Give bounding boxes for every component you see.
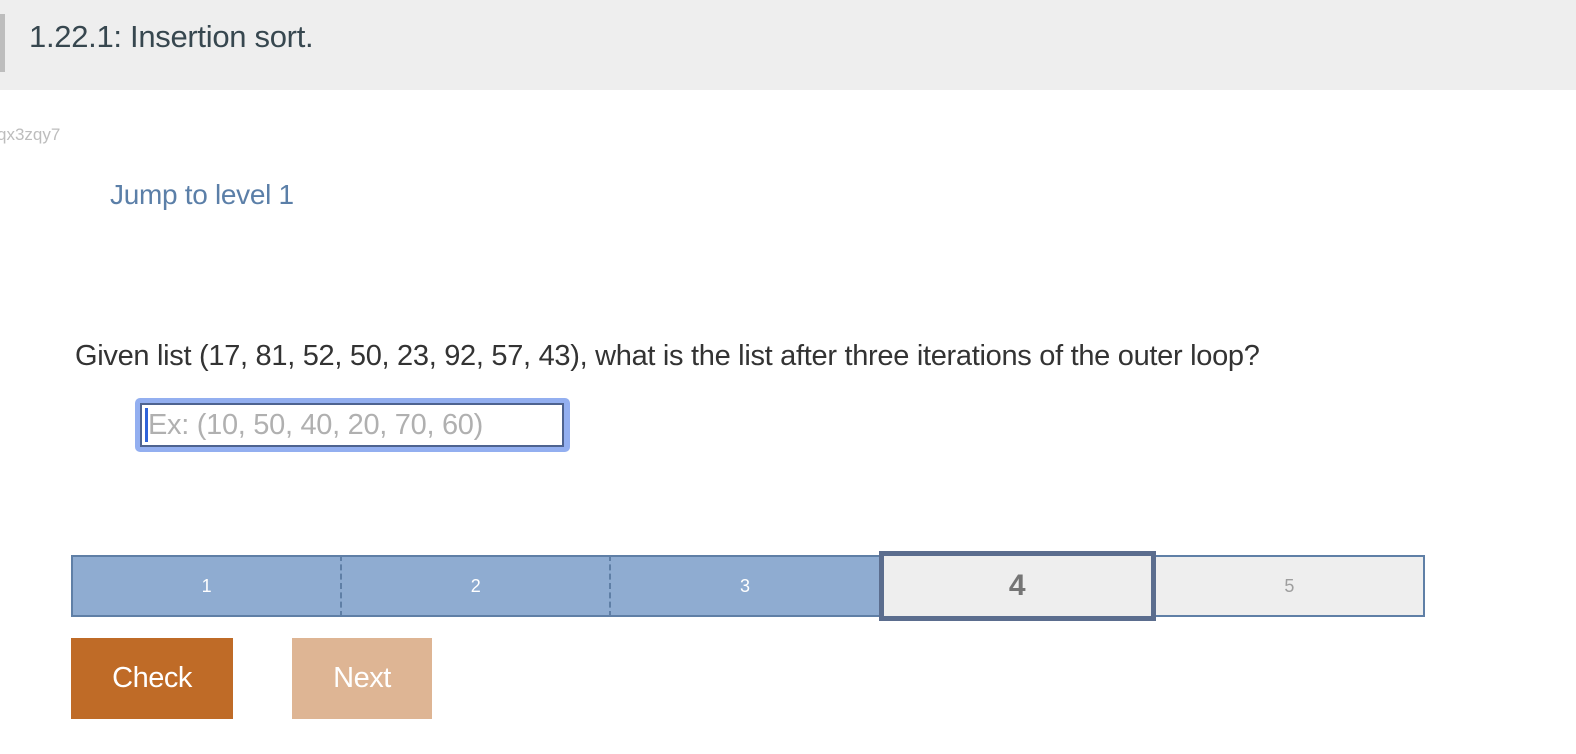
- check-button[interactable]: Check: [71, 638, 233, 719]
- activity-id: qx3zqy7: [0, 125, 61, 144]
- level-1[interactable]: 1: [71, 555, 341, 617]
- section-title: 1.22.1: Insertion sort.: [29, 19, 314, 54]
- level-3[interactable]: 3: [609, 555, 879, 617]
- level-2[interactable]: 2: [340, 555, 610, 617]
- section-header: 1.22.1: Insertion sort.: [0, 0, 1576, 90]
- next-button[interactable]: Next: [292, 638, 432, 719]
- answer-focus-ring: [135, 398, 570, 452]
- answer-input[interactable]: [140, 403, 564, 447]
- question-text: Given list (17, 81, 52, 50, 23, 92, 57, …: [75, 340, 1260, 372]
- level-progress-bar: 1 2 3 4 5: [71, 551, 1426, 621]
- header-accent-bar: [0, 14, 5, 72]
- jump-to-level-link[interactable]: Jump to level 1: [110, 179, 294, 211]
- text-caret: [145, 408, 148, 442]
- level-4[interactable]: 4: [878, 551, 1156, 621]
- level-5[interactable]: 5: [1155, 555, 1426, 617]
